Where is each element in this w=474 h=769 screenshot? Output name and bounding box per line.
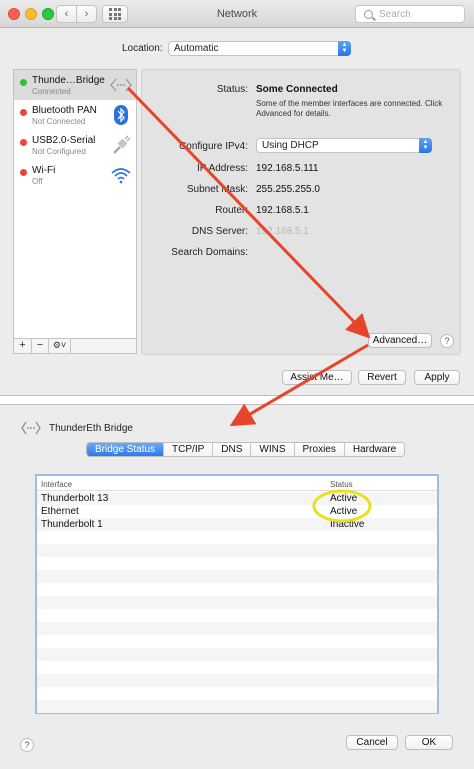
status-cell: Active [330,506,358,517]
interface-cell: Thunderbolt 1 [41,519,103,530]
tab-proxies[interactable]: Proxies [294,443,345,456]
help-button[interactable]: ? [440,334,454,348]
table-row[interactable]: Thunderbolt 13 Active [37,492,437,505]
tab-tcp-ip[interactable]: TCP/IP [164,443,214,456]
column-header-status: Status [330,480,353,489]
empty-row [37,596,437,609]
service-list: Thunde…Bridge Connected Bluetooth PAN No… [13,69,137,339]
status-dot [20,79,27,86]
bridge-icon [21,421,41,435]
revert-button[interactable]: Revert [358,370,406,385]
empty-row [37,609,437,622]
empty-row [37,583,437,596]
interface-cell: Thunderbolt 13 [41,493,109,504]
service-name: Bluetooth PAN [32,105,97,116]
bluetooth-icon [114,105,128,125]
bridge-icon [110,78,132,92]
location-label: Location: [122,43,163,54]
service-name: USB2.0-Serial [32,135,96,146]
search-icon [364,9,373,19]
status-dot [20,109,27,116]
status-cell: Active [330,493,358,504]
network-preferences-window: ‹ › Network Search Location: Automatic ▲… [0,0,474,396]
ip-address-value: 192.168.5.111 [256,163,319,174]
service-status: Connected [32,87,71,96]
assist-me-button[interactable]: Assist Me… [282,370,352,385]
cancel-button[interactable]: Cancel [346,735,398,750]
select-stepper-icon: ▲ ▼ [419,138,432,153]
service-name: Wi-Fi [32,165,56,176]
select-stepper-icon: ▲ ▼ [338,41,351,56]
dns-server-label: DNS Server: [191,226,248,237]
status-value: Some Connected [256,84,338,95]
router-value: 192.168.5.1 [256,205,309,216]
service-name: Thunde…Bridge [32,75,105,86]
title-bar: ‹ › Network Search [0,0,474,28]
service-status: Not Configured [32,147,86,156]
ip-address-label: IP Address: [197,163,248,174]
table-header: Interface Status [37,476,437,491]
empty-row [37,661,437,674]
wifi-icon [111,168,131,184]
action-menu-button[interactable]: ⚙︎˅ [49,339,71,353]
tab-dns[interactable]: DNS [213,443,252,456]
empty-row [37,700,437,713]
empty-row [37,674,437,687]
bridge-title: ThunderEth Bridge [49,423,133,434]
status-dot [20,139,27,146]
empty-row [37,557,437,570]
service-item-thunderbolt-bridge[interactable]: Thunde…Bridge Connected [14,70,136,100]
empty-row [37,531,437,544]
bridge-advanced-sheet: ThunderEth Bridge Bridge Status TCP/IP D… [0,404,474,769]
service-item-usb-serial[interactable]: USB2.0-Serial Not Configured [14,130,136,160]
advanced-button[interactable]: Advanced… [368,333,432,348]
interface-cell: Ethernet [41,506,79,517]
help-button[interactable]: ? [20,738,34,752]
status-dot [20,169,27,176]
configure-ipv4-value: Using DHCP [262,140,319,151]
search-placeholder: Search [379,8,411,20]
tab-bridge-status[interactable]: Bridge Status [87,443,165,456]
service-status: Off [32,177,43,186]
apply-button[interactable]: Apply [414,370,460,385]
status-description: Some of the member interfaces are connec… [256,99,443,118]
location-select[interactable]: Automatic ▲ ▼ [168,41,351,56]
empty-row [37,622,437,635]
subnet-mask-value: 255.255.255.0 [256,184,320,195]
configure-ipv4-label: Configure IPv4: [179,141,248,152]
table-row[interactable]: Thunderbolt 1 Inactive [37,518,437,531]
service-item-wifi[interactable]: Wi-Fi Off [14,160,136,190]
location-value: Automatic [174,43,219,54]
router-label: Router: [215,205,248,216]
search-domains-label: Search Domains: [171,247,248,258]
empty-row [37,648,437,661]
dns-server-value: 192.168.5.1 [256,226,309,237]
tab-hardware[interactable]: Hardware [344,443,405,456]
empty-row [37,635,437,648]
tab-wins[interactable]: WINS [251,443,295,456]
status-label: Status: [216,84,248,95]
status-cell: Inactive [330,519,365,530]
empty-row [37,687,437,700]
ok-button[interactable]: OK [405,735,453,750]
service-status: Not Connected [32,117,86,126]
service-list-toolbar: + − ⚙︎˅ [13,339,137,354]
empty-row [37,570,437,583]
add-service-button[interactable]: + [14,339,32,353]
table-row[interactable]: Ethernet Active [37,505,437,518]
usb-serial-icon [113,135,131,154]
service-item-bluetooth-pan[interactable]: Bluetooth PAN Not Connected [14,100,136,130]
service-detail-panel: Status: Some Connected Some of the membe… [141,69,461,355]
tab-bar: Bridge Status TCP/IP DNS WINS Proxies Ha… [86,442,406,457]
subnet-mask-label: Subnet Mask: [186,184,248,195]
remove-service-button[interactable]: − [32,339,49,353]
configure-ipv4-select[interactable]: Using DHCP ▲ ▼ [256,138,432,153]
search-field[interactable]: Search [355,5,465,23]
empty-row [37,544,437,557]
bridge-status-table: Interface Status Thunderbolt 13 Active E… [35,474,439,714]
column-header-interface: Interface [41,480,73,489]
